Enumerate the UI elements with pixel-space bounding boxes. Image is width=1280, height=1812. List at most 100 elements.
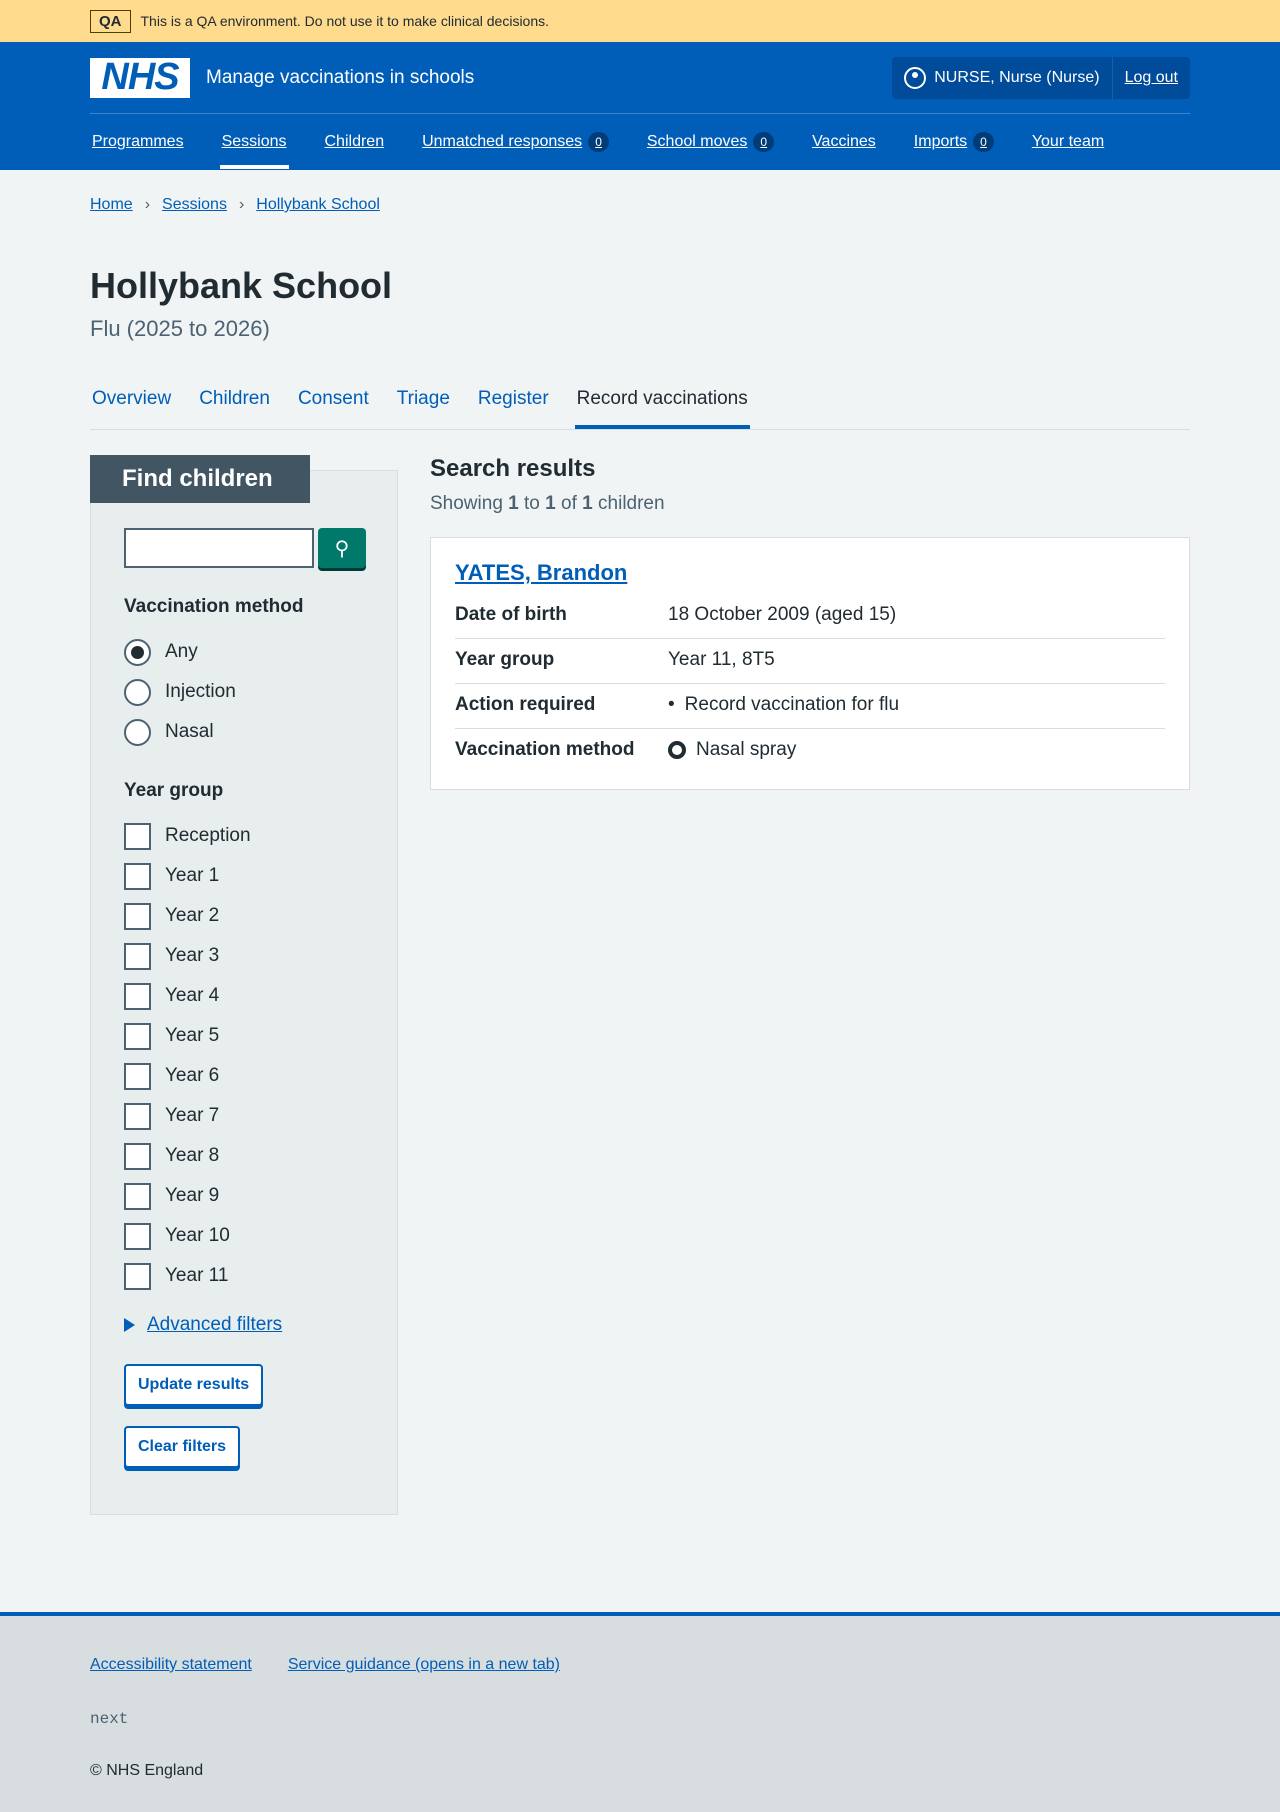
checkbox-label: Year 8	[165, 1145, 220, 1166]
radio-button[interactable]	[124, 638, 151, 666]
checkbox[interactable]	[124, 902, 151, 930]
nav-programmes[interactable]: Programmes	[92, 133, 184, 151]
summary-row: Date of birth 18 October 2009 (aged 15)	[455, 594, 1165, 639]
radio-nasal[interactable]: Nasal	[124, 712, 384, 752]
search-results: Search results Showing 1 to 1 of 1 child…	[430, 455, 1190, 790]
row-value: Year 11, 8T5	[668, 649, 775, 670]
search-icon: ⚲	[334, 537, 350, 560]
qa-banner: QA This is a QA environment. Do not use …	[0, 0, 1280, 42]
radio-button[interactable]	[124, 678, 151, 706]
advanced-filters-toggle[interactable]: Advanced filters	[124, 1314, 384, 1336]
user-name: NURSE, Nurse (Nurse)	[934, 68, 1100, 86]
row-value: Nasal spray	[668, 739, 796, 761]
nav-label: Vaccines	[812, 133, 876, 150]
search-form: ⚲	[124, 528, 384, 568]
checkbox-year[interactable]: Year 2	[124, 896, 384, 936]
checkbox-label: Year 11	[165, 1265, 229, 1286]
checkbox[interactable]	[124, 822, 151, 850]
nav-label: Your team	[1031, 133, 1105, 150]
tab-overview[interactable]: Overview	[90, 384, 173, 429]
checkbox[interactable]	[124, 1062, 151, 1090]
checkbox-year[interactable]: Year 1	[124, 856, 384, 896]
breadcrumb-home[interactable]: Home	[90, 196, 133, 214]
method-value: Nasal spray	[696, 739, 797, 760]
search-input[interactable]	[124, 528, 314, 568]
checkbox-year[interactable]: Year 7	[124, 1096, 384, 1136]
checkbox-year[interactable]: Year 3	[124, 936, 384, 976]
tab-record-vaccinations[interactable]: Record vaccinations	[574, 384, 750, 429]
checkbox-year[interactable]: Year 8	[124, 1136, 384, 1176]
year-group-label: Year group	[124, 780, 224, 801]
checkbox[interactable]	[124, 1142, 151, 1170]
nav-sessions[interactable]: Sessions	[219, 133, 289, 169]
checkbox-year[interactable]: Reception	[124, 816, 384, 856]
nav-imports[interactable]: Imports 0	[914, 132, 994, 152]
method-label: Vaccination method	[124, 596, 304, 617]
accessibility-link[interactable]: Accessibility statement	[90, 1656, 252, 1674]
row-key: Date of birth	[455, 604, 567, 625]
radio-label: Nasal	[165, 721, 214, 742]
service-name[interactable]: Manage vaccinations in schools	[206, 67, 474, 89]
checkbox-year[interactable]: Year 10	[124, 1216, 384, 1256]
checkbox-label: Year 3	[165, 945, 220, 966]
user-icon	[904, 66, 927, 89]
filter-panel: ⚲ Vaccination method Any Injection Nasal…	[90, 470, 398, 1515]
checkbox[interactable]	[124, 862, 151, 890]
summary-row: Vaccination method Nasal spray	[455, 729, 1165, 773]
copyright: © NHS England	[90, 1762, 204, 1779]
checkbox[interactable]	[124, 1022, 151, 1050]
nav-unmatched-responses[interactable]: Unmatched responses 0	[422, 132, 609, 152]
session-tabs: Overview Children Consent Triage Registe…	[90, 384, 1190, 430]
breadcrumb-school[interactable]: Hollybank School	[256, 196, 380, 214]
checkbox[interactable]	[124, 1262, 151, 1290]
row-key: Action required	[455, 694, 596, 715]
nav-children[interactable]: Children	[325, 133, 385, 151]
tab-register[interactable]: Register	[476, 384, 551, 429]
search-button[interactable]: ⚲	[318, 528, 366, 568]
nav-your-team[interactable]: Your team	[1032, 133, 1104, 151]
summary-row: Action required • Record vaccination for f…	[455, 684, 1165, 729]
nhs-logo[interactable]: NHS	[90, 56, 190, 98]
nav-school-moves[interactable]: School moves 0	[647, 132, 775, 152]
checkbox-label: Year 10	[165, 1225, 230, 1246]
checkbox[interactable]	[124, 1182, 151, 1210]
checkbox-year[interactable]: Year 6	[124, 1056, 384, 1096]
checkbox[interactable]	[124, 942, 151, 970]
checkbox-label: Year 7	[165, 1105, 220, 1126]
radio-button[interactable]	[124, 718, 151, 746]
radio-injection[interactable]: Injection	[124, 672, 384, 712]
nav-vaccines[interactable]: Vaccines	[812, 133, 876, 151]
nav-label: Sessions	[221, 133, 287, 150]
count-badge: 0	[753, 132, 775, 152]
radio-label: Injection	[165, 681, 236, 702]
checkbox[interactable]	[124, 1222, 151, 1250]
checkbox[interactable]	[124, 1102, 151, 1130]
results-count: Showing 1 to 1 of 1 children	[430, 493, 665, 514]
checkbox-year[interactable]: Year 4	[124, 976, 384, 1016]
nav-label: Unmatched responses	[422, 133, 583, 150]
row-key: Year group	[455, 649, 555, 670]
footer: Accessibility statement Service guidance …	[0, 1612, 1280, 1812]
row-key: Vaccination method	[455, 739, 635, 760]
version: next	[90, 1710, 129, 1728]
tab-children[interactable]: Children	[197, 384, 272, 429]
checkbox[interactable]	[124, 982, 151, 1010]
tab-triage[interactable]: Triage	[395, 384, 452, 429]
radio-any[interactable]: Any	[124, 632, 384, 672]
tab-consent[interactable]: Consent	[296, 384, 371, 429]
child-name-link[interactable]: YATES, Brandon	[455, 560, 627, 585]
clear-filters-button[interactable]: Clear filters	[124, 1426, 241, 1468]
row-value: • Record vaccination for flu	[668, 694, 899, 716]
checkbox-year[interactable]: Year 11	[124, 1256, 384, 1296]
checkbox-year[interactable]: Year 9	[124, 1176, 384, 1216]
update-results-button[interactable]: Update results	[124, 1364, 264, 1406]
nav-label: Children	[324, 133, 385, 150]
checkbox-label: Reception	[165, 825, 251, 846]
breadcrumb-sessions[interactable]: Sessions	[162, 196, 227, 214]
logout-link[interactable]: Log out	[1113, 69, 1190, 87]
triangle-right-icon	[124, 1318, 135, 1332]
checkbox-label: Year 1	[165, 865, 220, 886]
checkbox-year[interactable]: Year 5	[124, 1016, 384, 1056]
child-card: YATES, Brandon Date of birth 18 October 2…	[430, 537, 1190, 790]
service-guidance-link[interactable]: Service guidance (opens in a new tab)	[288, 1656, 560, 1674]
